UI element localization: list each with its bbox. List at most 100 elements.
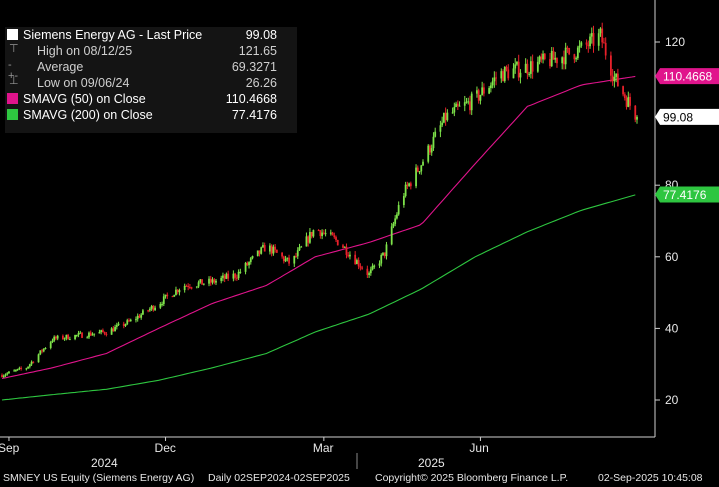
candle-body [2, 375, 5, 378]
candle-body [136, 315, 139, 320]
x-year-label: 2024 [91, 456, 118, 470]
legend-low-value: 26.26 [245, 76, 277, 90]
legend-average-value: 69.3271 [231, 60, 277, 74]
candle-body [105, 333, 108, 335]
candle-body [568, 47, 571, 55]
candle-body [580, 42, 583, 46]
x-tick-label: Jun [469, 441, 488, 455]
candle-body [343, 246, 346, 248]
footer-timestamp: 02-Sep-2025 10:45:08 [598, 472, 703, 484]
candle-body [249, 258, 252, 263]
legend-average-label: Average [37, 60, 84, 74]
candle-body [171, 296, 174, 298]
candle-body [502, 71, 504, 82]
candle-body [489, 85, 492, 89]
candle-body [408, 183, 410, 186]
candle-body [281, 252, 283, 257]
candle-body [305, 236, 308, 247]
candle-body [467, 101, 470, 103]
candle-body [479, 95, 482, 101]
candle-body [317, 230, 320, 232]
candle-body [613, 76, 616, 82]
candle-body [256, 250, 259, 257]
candle-body [260, 247, 263, 254]
candle-body [16, 368, 19, 371]
legend-sma50-label: SMAVG (50) on Close [23, 92, 146, 106]
candle-body [63, 338, 66, 340]
candle-body [124, 324, 127, 326]
candle-body [380, 255, 383, 264]
candle-body [512, 68, 515, 79]
legend-average: -+- Average 69.3271 [5, 59, 297, 82]
candle-body [199, 279, 202, 283]
candle-body [293, 255, 296, 264]
candle-body [335, 237, 337, 240]
candle-body [112, 328, 115, 332]
candle-body [550, 50, 553, 67]
candle-body [495, 77, 497, 79]
low-marker-icon: ⊥ [9, 75, 19, 87]
candle-body [272, 246, 275, 254]
y-tick-label: 20 [665, 393, 679, 407]
candle-body [514, 64, 517, 69]
candle-body [503, 66, 506, 82]
candle-body [237, 271, 240, 279]
candle-body [356, 260, 358, 265]
legend-last-price: 99.08 [245, 28, 277, 42]
candle-body [434, 131, 437, 137]
candle-body [406, 184, 409, 186]
candle-body [369, 269, 372, 274]
legend-sma200-value: 77.4176 [231, 108, 277, 122]
candle-body [154, 307, 156, 311]
candle-body [603, 42, 605, 44]
candle-body [442, 112, 445, 123]
candle-body [432, 136, 435, 149]
candle-body [397, 205, 400, 215]
candle-body [126, 320, 129, 325]
candle-body [122, 323, 125, 326]
candle-body [481, 87, 484, 96]
candle-body [110, 328, 113, 335]
candle-body [88, 332, 90, 338]
candle-body [53, 336, 56, 341]
candle-body [524, 63, 527, 73]
candle-body [451, 112, 454, 114]
sma50-swatch-icon [7, 93, 18, 104]
candle-body [187, 285, 190, 288]
candle-body [529, 61, 532, 74]
footer-ticker: SMNEY US Equity (Siemens Energy AG) [3, 472, 195, 484]
candle-body [446, 112, 449, 121]
candle-body [331, 232, 334, 236]
candle-body [244, 262, 247, 272]
candle-body [587, 44, 590, 47]
legend-high-value: 121.65 [238, 44, 277, 58]
candle-body [354, 254, 357, 265]
candle-body [32, 361, 35, 363]
x-tick-label: Mar [313, 441, 334, 455]
candle-body [629, 96, 631, 106]
candle-body [68, 339, 71, 341]
candle-body [373, 265, 376, 267]
candle-body [4, 374, 7, 376]
candle-body [282, 256, 285, 262]
candle-body [564, 47, 567, 65]
candle-body [336, 239, 339, 246]
candle-body [103, 332, 106, 334]
candle-body [274, 246, 277, 250]
candle-body [195, 286, 198, 288]
candle-body [142, 310, 144, 315]
candle-body [41, 350, 43, 352]
y-tick-label: 120 [665, 35, 685, 49]
legend-low-label: Low on 09/06/24 [37, 76, 130, 90]
footer-range: Daily 02SEP2024-02SEP2025 [208, 472, 350, 484]
candle-body [147, 310, 150, 312]
candle-body [429, 145, 431, 153]
legend-low: ⊥ Low on 09/06/24 26.26 [5, 75, 297, 91]
candle-body [213, 279, 216, 283]
candle-body [575, 58, 578, 60]
candle-body [576, 47, 579, 59]
candle-body [439, 125, 442, 132]
candle-body [329, 232, 332, 234]
candle-body [469, 101, 471, 111]
candle-body [28, 364, 31, 367]
